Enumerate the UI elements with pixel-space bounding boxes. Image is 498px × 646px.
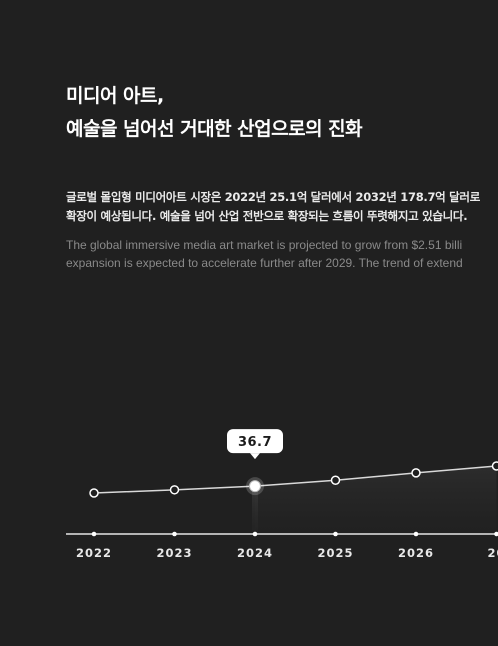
x-tick-label: 20 bbox=[487, 546, 498, 560]
x-tick-label: 2022 bbox=[76, 546, 112, 560]
data-point bbox=[411, 468, 421, 478]
data-point bbox=[330, 475, 341, 485]
tooltip-pointer bbox=[250, 453, 260, 460]
x-tick-dot bbox=[413, 531, 419, 537]
x-tick-label: 2025 bbox=[317, 546, 353, 560]
x-tick-dot bbox=[91, 531, 97, 537]
x-tick-label: 2026 bbox=[398, 546, 434, 560]
tooltip-value: 36.7 bbox=[238, 435, 272, 450]
data-point bbox=[169, 485, 180, 495]
market-growth-chart: 2022 2023 2024 2025 2026 20 36.7 bbox=[66, 429, 498, 560]
data-point-highlight bbox=[249, 480, 261, 493]
x-tick-dot bbox=[252, 531, 258, 537]
x-tick-label: 2023 bbox=[156, 546, 192, 560]
x-tick-label: 2024 bbox=[237, 546, 273, 560]
data-point bbox=[89, 488, 99, 498]
x-tick-dot bbox=[172, 531, 177, 537]
x-tick-dot bbox=[333, 531, 338, 537]
data-point bbox=[491, 461, 498, 471]
